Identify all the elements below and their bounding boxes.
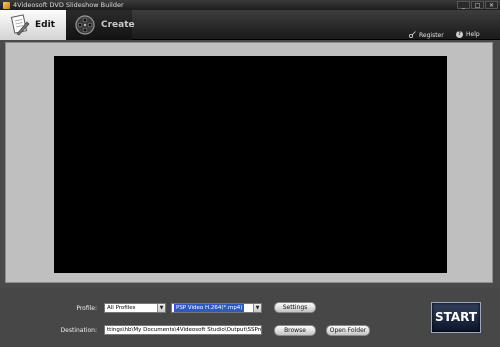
- main-panel: [5, 42, 493, 283]
- help-icon: ?: [456, 31, 463, 38]
- output-panel: Profile: All Profiles ▼ PSP Video H.264(…: [0, 288, 500, 347]
- profile-format-value: PSP Video H.264(*.mp4): [174, 304, 245, 312]
- register-label: Register: [419, 32, 444, 39]
- minimize-button[interactable]: _: [457, 1, 470, 9]
- profile-category-select[interactable]: All Profiles ▼: [104, 303, 166, 313]
- tab-create-label: Create: [101, 20, 135, 30]
- edit-document-icon: [8, 14, 30, 36]
- app-icon: [3, 1, 10, 9]
- open-folder-button[interactable]: Open Folder: [326, 325, 370, 336]
- destination-label: Destination:: [60, 327, 97, 334]
- help-label: Help: [466, 31, 480, 38]
- key-icon: [408, 31, 416, 40]
- settings-button[interactable]: Settings: [274, 302, 316, 313]
- tab-edit[interactable]: Edit: [0, 10, 66, 40]
- destination-field[interactable]: ttings\hb\My Documents\4Videosoft Studio…: [104, 325, 262, 335]
- video-preview: [54, 56, 447, 273]
- browse-button[interactable]: Browse: [274, 325, 316, 336]
- profile-category-value: All Profiles: [107, 305, 136, 311]
- restore-button[interactable]: □: [471, 1, 484, 9]
- film-reel-icon: [74, 14, 96, 36]
- window-title: 4Videosoft DVD Slideshow Builder: [13, 1, 124, 9]
- toolbar: Edit Create Register ? Help: [0, 10, 500, 40]
- chevron-down-icon: ▼: [157, 304, 165, 312]
- tab-edit-label: Edit: [35, 20, 55, 30]
- profile-label: Profile:: [76, 305, 97, 312]
- close-button[interactable]: ✕: [485, 1, 498, 9]
- start-button[interactable]: START: [431, 302, 481, 333]
- help-link[interactable]: ? Help: [456, 31, 480, 38]
- title-bar: 4Videosoft DVD Slideshow Builder _ □ ✕: [0, 0, 500, 10]
- window-controls: _ □ ✕: [457, 1, 498, 9]
- tab-create[interactable]: Create: [66, 10, 135, 40]
- register-link[interactable]: Register: [408, 31, 444, 40]
- profile-format-select[interactable]: PSP Video H.264(*.mp4) ▼: [171, 303, 262, 313]
- chevron-down-icon: ▼: [253, 304, 261, 312]
